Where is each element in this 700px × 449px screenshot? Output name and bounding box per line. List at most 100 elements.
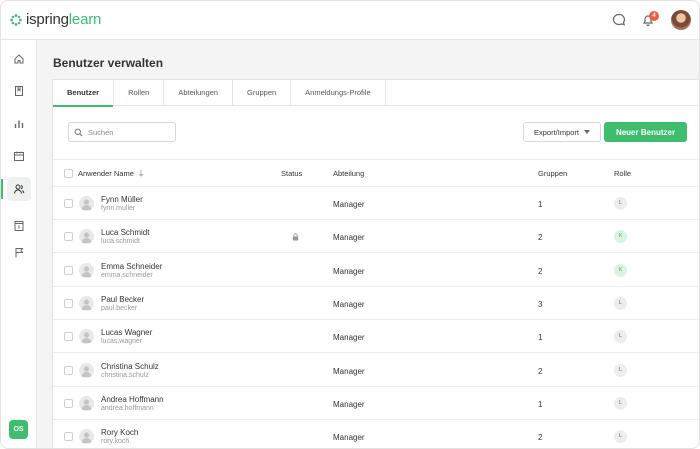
user-department: Manager bbox=[333, 299, 365, 309]
default-avatar-icon bbox=[81, 365, 92, 377]
ispring-logo-icon bbox=[10, 13, 22, 26]
table-row[interactable]: Rory Koch rory.koch Manager 2 L bbox=[53, 420, 699, 448]
app-window: ispringlearn 4 OS Benutzer verwalten Ben… bbox=[0, 0, 700, 449]
tab-benutzer[interactable]: Benutzer bbox=[53, 80, 115, 107]
sidebar-item-tasks[interactable] bbox=[7, 241, 31, 265]
page-title: Benutzer verwalten bbox=[53, 56, 164, 70]
tab-abteilungen[interactable]: Abteilungen bbox=[164, 80, 233, 106]
user-groups-count: 1 bbox=[538, 399, 543, 409]
default-avatar-icon bbox=[81, 199, 92, 210]
avatar bbox=[79, 395, 94, 411]
home-icon bbox=[14, 54, 24, 64]
tab-gruppen[interactable]: Gruppen bbox=[233, 80, 292, 106]
book-icon bbox=[15, 86, 23, 96]
user-name[interactable]: Paul Becker bbox=[101, 295, 144, 304]
row-checkbox[interactable] bbox=[64, 232, 73, 242]
chat-icon[interactable] bbox=[611, 12, 627, 28]
user-groups-count: 1 bbox=[538, 200, 543, 209]
row-checkbox[interactable] bbox=[64, 265, 73, 275]
top-bar: ispringlearn 4 bbox=[1, 1, 699, 40]
search-input[interactable] bbox=[88, 127, 168, 137]
org-badge[interactable]: OS bbox=[9, 420, 28, 439]
lock-icon bbox=[292, 233, 299, 241]
export-import-label: Export/Import bbox=[533, 127, 579, 137]
role-badge: L bbox=[614, 296, 627, 310]
user-department: Manager bbox=[333, 333, 365, 343]
row-checkbox[interactable] bbox=[64, 332, 73, 342]
users-panel: Benutzer Rollen Abteilungen Gruppen Anme… bbox=[52, 79, 699, 448]
select-all-checkbox[interactable] bbox=[64, 169, 73, 178]
sidebar: OS bbox=[1, 40, 37, 448]
user-name[interactable]: Lucas Wagner bbox=[101, 328, 152, 337]
user-groups-count: 1 bbox=[538, 333, 543, 343]
table-row[interactable]: Emma Schneider emma.schneider Manager 2 K bbox=[53, 254, 699, 287]
user-department: Manager bbox=[333, 433, 365, 443]
user-login: emma.schneider bbox=[101, 271, 153, 279]
row-checkbox[interactable] bbox=[64, 398, 73, 408]
user-name[interactable]: Andrea Hoffmann bbox=[101, 395, 164, 404]
user-name[interactable]: Christina Schulz bbox=[101, 362, 159, 371]
table-row[interactable]: Andrea Hoffmann andrea.hoffmann Manager 1 L bbox=[53, 387, 699, 420]
sidebar-item-calendar[interactable] bbox=[7, 144, 31, 168]
column-header-status[interactable]: Status bbox=[281, 169, 302, 178]
avatar bbox=[79, 429, 94, 445]
user-groups-count: 2 bbox=[538, 233, 543, 243]
sidebar-item-content[interactable] bbox=[7, 79, 31, 103]
sidebar-item-reports[interactable] bbox=[7, 112, 31, 136]
user-name[interactable]: Luca Schmidt bbox=[101, 228, 149, 237]
default-avatar-icon bbox=[81, 265, 92, 277]
column-header-groups[interactable]: Gruppen bbox=[538, 169, 567, 178]
row-checkbox[interactable] bbox=[64, 432, 73, 442]
new-user-button[interactable]: Neuer Benutzer bbox=[604, 122, 687, 142]
role-badge: L bbox=[614, 197, 627, 210]
logo-text-ispring: ispring bbox=[26, 11, 69, 28]
column-header-username[interactable]: Anwender Name bbox=[78, 169, 144, 178]
search-box[interactable] bbox=[68, 122, 176, 142]
user-groups-count: 2 bbox=[538, 433, 543, 443]
default-avatar-icon bbox=[81, 432, 92, 444]
tab-bar: Benutzer Rollen Abteilungen Gruppen Anme… bbox=[53, 80, 699, 107]
table-row[interactable]: Lucas Wagner lucas.wagner Manager 1 L bbox=[53, 320, 699, 354]
user-department: Manager bbox=[333, 200, 365, 209]
sidebar-item-users[interactable] bbox=[1, 177, 31, 201]
bar-chart-icon bbox=[14, 120, 24, 128]
user-groups-count: 2 bbox=[538, 266, 543, 276]
role-badge: K bbox=[614, 230, 627, 244]
user-name[interactable]: Emma Schneider bbox=[101, 262, 162, 271]
sidebar-item-events[interactable] bbox=[7, 214, 31, 238]
tab-rollen[interactable]: Rollen bbox=[114, 80, 165, 106]
table-row[interactable]: Luca Schmidt luca.schmidt Manager 2 K bbox=[53, 220, 699, 254]
default-avatar-icon bbox=[81, 232, 92, 244]
export-import-button[interactable]: Export/Import bbox=[523, 122, 601, 142]
user-avatar[interactable] bbox=[671, 10, 691, 30]
role-badge: K bbox=[614, 263, 627, 277]
table-row[interactable]: Paul Becker paul.becker Manager 3 L bbox=[53, 287, 699, 320]
avatar bbox=[79, 362, 94, 378]
ispring-learn-logo[interactable]: ispringlearn bbox=[10, 11, 101, 28]
default-avatar-icon bbox=[81, 299, 92, 310]
user-groups-count: 3 bbox=[538, 299, 543, 309]
search-icon bbox=[74, 128, 83, 136]
avatar bbox=[79, 196, 94, 211]
users-icon bbox=[14, 184, 25, 194]
user-login: fynn.muller bbox=[101, 205, 136, 212]
role-badge: L bbox=[614, 363, 627, 377]
flag-icon bbox=[15, 248, 24, 258]
row-checkbox[interactable] bbox=[64, 298, 73, 308]
user-login: paul.becker bbox=[101, 304, 138, 312]
row-checkbox[interactable] bbox=[64, 199, 73, 208]
table-row[interactable]: Christina Schulz christina.schulz Manager 2… bbox=[53, 354, 699, 387]
user-name[interactable]: Rory Koch bbox=[101, 428, 138, 437]
user-name[interactable]: Fynn Müller bbox=[101, 195, 143, 204]
tab-anmeldungs-profile[interactable]: Anmeldungs-Profile bbox=[291, 80, 386, 106]
role-badge: L bbox=[614, 430, 627, 444]
sidebar-item-home[interactable] bbox=[7, 47, 31, 71]
row-checkbox[interactable] bbox=[64, 365, 73, 375]
table-row[interactable]: Fynn Müller fynn.muller Manager 1 L bbox=[53, 187, 699, 220]
notification-badge: 4 bbox=[649, 11, 659, 21]
column-header-department[interactable]: Abteilung bbox=[333, 169, 364, 178]
column-header-role[interactable]: Rolle bbox=[614, 169, 631, 178]
calendar-icon bbox=[14, 151, 24, 161]
table-header: Anwender Name Status Abteilung Gruppen R… bbox=[53, 159, 699, 187]
role-badge: L bbox=[614, 330, 627, 344]
